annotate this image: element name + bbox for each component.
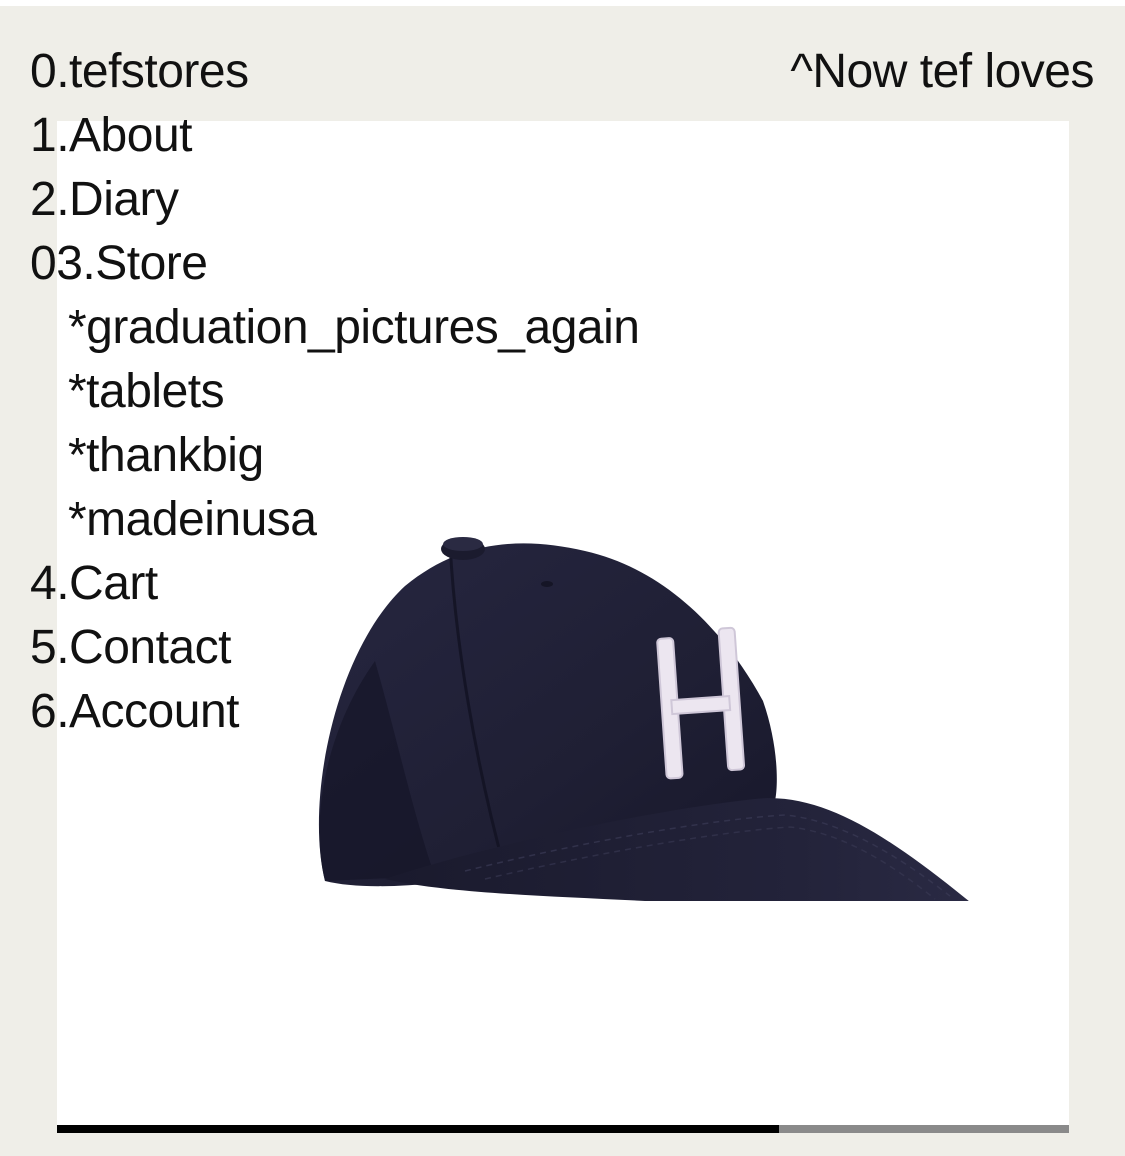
nav-item-diary[interactable]: 2.Diary	[30, 168, 639, 232]
nav-item-store[interactable]: 03.Store	[30, 232, 639, 296]
nav-subitem-madeinusa[interactable]: *madeinusa	[30, 488, 639, 552]
now-tef-loves-link[interactable]: ^Now tef loves	[790, 40, 1094, 104]
nav-item-account[interactable]: 6.Account	[30, 680, 639, 744]
top-band	[0, 0, 1125, 6]
nav-item-about[interactable]: 1.About	[30, 104, 639, 168]
main-nav: 0.tefstores 1.About 2.Diary 03.Store *gr…	[30, 40, 640, 744]
nav-item-contact[interactable]: 5.Contact	[30, 616, 639, 680]
nav-subitem-graduation-pictures-again[interactable]: *graduation_pictures_again	[30, 296, 640, 360]
nav-subitem-thankbig[interactable]: *thankbig	[30, 424, 639, 488]
nav-item-cart[interactable]: 4.Cart	[30, 552, 639, 616]
nav-brand-link[interactable]: 0.tefstores	[30, 40, 639, 104]
slideshow-progress-track[interactable]	[57, 1125, 1069, 1133]
slideshow-progress-fill	[57, 1125, 779, 1133]
nav-subitem-tablets[interactable]: *tablets	[30, 360, 639, 424]
